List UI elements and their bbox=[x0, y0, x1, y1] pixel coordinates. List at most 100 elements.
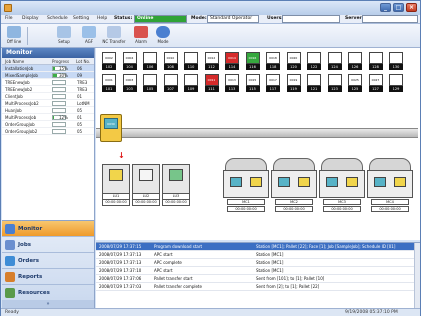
storage-slot[interactable]: 121 bbox=[307, 74, 321, 92]
storage-slot[interactable]: 0012 112 bbox=[204, 52, 219, 70]
maximize-button[interactable]: □ bbox=[393, 3, 404, 12]
table-row[interactable]: HuanJob 05 bbox=[2, 107, 94, 114]
log-row[interactable]: 2008/07/29 17:37:06 Pallet transfer start… bbox=[96, 275, 420, 283]
machine-pallet bbox=[374, 177, 386, 187]
storage-slot[interactable]: 130 bbox=[389, 52, 403, 70]
table-row[interactable]: MultiProcessJob 12% 01 bbox=[2, 114, 94, 121]
nc-transfer-button[interactable]: NC Transfer bbox=[101, 26, 127, 47]
menu-setting[interactable]: Setting bbox=[73, 16, 89, 21]
nav-overflow-chevron-icon[interactable]: » bbox=[2, 300, 94, 308]
storage-slot[interactable]: 0016 116 bbox=[245, 52, 260, 70]
storage-slot[interactable]: 122 bbox=[307, 52, 321, 70]
table-row[interactable]: OrderGroupJob 05 bbox=[2, 121, 94, 128]
load-station[interactable]: LU1 00:00:00:00 bbox=[102, 164, 130, 206]
storage-slot[interactable]: 124 bbox=[327, 52, 342, 70]
storage-slot[interactable]: 0014 114 bbox=[225, 52, 239, 70]
slot-number: 104 bbox=[122, 64, 137, 70]
storage-slot[interactable]: 0018 118 bbox=[266, 52, 280, 70]
setup-icon bbox=[57, 26, 71, 38]
table-row[interactable]: TREEnewJob TRE3 bbox=[2, 79, 94, 86]
machine-pallet bbox=[326, 177, 338, 187]
progress-bar bbox=[52, 94, 66, 99]
slot-pallet: 0020 bbox=[286, 52, 301, 64]
log-row[interactable]: 2008/07/29 17:37:13 APC complete Station [… bbox=[96, 259, 420, 267]
storage-slot[interactable]: 0027 127 bbox=[368, 74, 383, 92]
table-row[interactable]: InstallationJob 15% 06 bbox=[2, 65, 94, 72]
table-row[interactable]: MixedSampleJob 30% 09 bbox=[2, 72, 94, 79]
log-row[interactable]: 2008/07/29 17:37:03 Pallet transfer compl… bbox=[96, 283, 420, 291]
job-name: TREEnewJob2 bbox=[5, 87, 33, 92]
nav-item-orders[interactable]: Orders bbox=[2, 253, 94, 269]
slot-number: 110 bbox=[184, 64, 198, 70]
minimize-button[interactable]: _ bbox=[380, 3, 391, 12]
machining-center[interactable]: MC1 00:00:00:00 bbox=[223, 158, 269, 216]
station-body bbox=[132, 164, 160, 194]
log-row[interactable]: 2008/07/29 17:37:15 Program download star… bbox=[96, 243, 420, 251]
log-row[interactable]: 2008/07/29 17:37:13 APC start Station [MC1… bbox=[96, 251, 420, 259]
rgv-cart[interactable]: 0030 bbox=[100, 114, 122, 142]
alarm-button[interactable]: Alarm bbox=[132, 26, 150, 47]
nav-item-monitor[interactable]: Monitor bbox=[2, 221, 94, 237]
storage-slot[interactable]: 0025 125 bbox=[348, 74, 362, 92]
job-name: MixedSampleJob bbox=[5, 73, 38, 78]
table-row[interactable]: OrderGroupJob2 05 bbox=[2, 128, 94, 135]
mode-button[interactable]: Mode bbox=[154, 26, 172, 47]
storage-slot[interactable]: 0017 117 bbox=[266, 74, 280, 92]
nav-item-resources[interactable]: Resources bbox=[2, 285, 94, 301]
storage-slot[interactable]: 106 bbox=[143, 52, 157, 70]
menu-help[interactable]: Help bbox=[97, 16, 107, 21]
table-row[interactable]: ClientJob 01 bbox=[2, 93, 94, 100]
lot-number: 01 bbox=[77, 94, 83, 99]
storage-slot[interactable]: 110 bbox=[184, 52, 198, 70]
column-progress[interactable]: Progress bbox=[52, 59, 69, 64]
storage-slot[interactable]: 126 bbox=[348, 52, 362, 70]
storage-slot[interactable]: 0015 115 bbox=[245, 74, 260, 92]
storage-slot[interactable]: 0019 119 bbox=[286, 74, 301, 92]
server-value bbox=[362, 15, 418, 23]
machining-center[interactable]: MC2 00:00:00:00 bbox=[271, 158, 317, 216]
log-scrollbar[interactable] bbox=[414, 243, 420, 309]
storage-slot[interactable]: 0011 111 bbox=[204, 74, 219, 92]
table-row[interactable]: TREEnewJob2 TRE3 bbox=[2, 86, 94, 93]
station-pallet bbox=[139, 169, 153, 181]
column-job-name[interactable]: Job Name bbox=[5, 59, 24, 64]
event-log: 2008/07/29 17:37:15 Program download star… bbox=[96, 242, 420, 309]
lot-number: TRE3 bbox=[77, 80, 88, 85]
storage-slot[interactable]: 128 bbox=[368, 52, 383, 70]
load-station[interactable]: LU2 00:00:00:00 bbox=[132, 164, 160, 206]
storage-slot[interactable]: 0004 104 bbox=[122, 52, 137, 70]
reports-icon bbox=[5, 272, 15, 282]
storage-slot[interactable]: 0003 103 bbox=[122, 74, 137, 92]
agf-icon bbox=[82, 26, 96, 38]
log-row[interactable]: 2008/07/29 17:37:10 APC start Station [MC1… bbox=[96, 267, 420, 275]
storage-slot[interactable]: 0020 120 bbox=[286, 52, 301, 70]
offline-button[interactable]: Off line bbox=[4, 26, 24, 47]
column-lot-no[interactable]: Lot No. bbox=[76, 59, 90, 64]
machining-center[interactable]: MC3 00:00:00:00 bbox=[319, 158, 365, 216]
nav-item-jobs[interactable]: Jobs bbox=[2, 237, 94, 253]
storage-slot[interactable]: 0010 108 bbox=[163, 52, 178, 70]
lot-number: 05 bbox=[77, 122, 83, 127]
agf-button[interactable]: AGF bbox=[80, 26, 98, 47]
storage-slot[interactable]: 0002 102 bbox=[102, 52, 116, 70]
menu-file[interactable]: File bbox=[5, 16, 13, 21]
storage-slot[interactable]: 129 bbox=[389, 74, 403, 92]
machining-center[interactable]: MC4 00:00:00:00 bbox=[367, 158, 413, 216]
storage-slot[interactable]: 0001 101 bbox=[102, 74, 116, 92]
station-pallet bbox=[109, 169, 123, 181]
close-button[interactable]: × bbox=[406, 3, 417, 12]
setup-button[interactable]: Setup bbox=[53, 26, 75, 47]
load-station[interactable]: LU3 00:00:00:00 bbox=[162, 164, 190, 206]
nav-item-label: Jobs bbox=[18, 242, 32, 248]
storage-slot[interactable]: 105 bbox=[143, 74, 157, 92]
nav-item-reports[interactable]: Reports bbox=[2, 269, 94, 285]
table-row[interactable]: MultiProcessJob2 LotNM bbox=[2, 100, 94, 107]
menu-display[interactable]: Display bbox=[22, 16, 39, 21]
slot-number: 122 bbox=[307, 64, 321, 70]
storage-slot[interactable]: 109 bbox=[184, 74, 198, 92]
storage-slot[interactable]: 123 bbox=[327, 74, 342, 92]
menu-schedule[interactable]: Schedule bbox=[47, 16, 68, 21]
storage-slot[interactable]: 0013 113 bbox=[225, 74, 239, 92]
progress-percent: 12% bbox=[59, 115, 68, 120]
storage-slot[interactable]: 107 bbox=[163, 74, 178, 92]
